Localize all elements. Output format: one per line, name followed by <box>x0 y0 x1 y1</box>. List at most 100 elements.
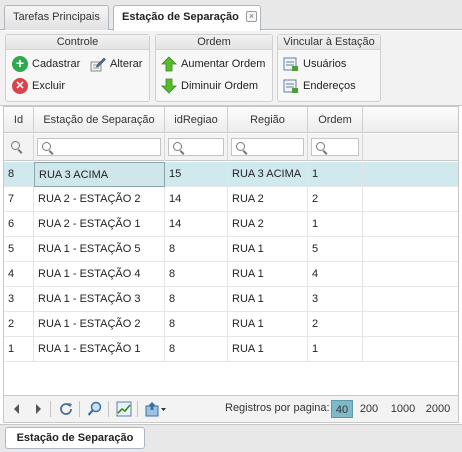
cell-ordem: 1 <box>308 337 363 362</box>
cell-idregiao: 8 <box>165 237 228 262</box>
table-row[interactable]: 7 RUA 2 - ESTAÇÃO 2 14 RUA 2 2 <box>4 187 458 212</box>
search-icon <box>11 141 20 150</box>
filter-row <box>4 134 458 161</box>
column-header-ordem[interactable]: Ordem <box>308 107 363 133</box>
cell-idregiao: 8 <box>165 337 228 362</box>
separator <box>79 401 80 417</box>
page-size-2000[interactable]: 2000 <box>423 400 453 418</box>
cell-regiao: RUA 1 <box>228 237 308 262</box>
bottom-tab-estacao-separacao[interactable]: Estação de Separação <box>5 427 145 449</box>
cell-id: 1 <box>4 337 34 362</box>
button-label: Diminuir Ordem <box>181 80 259 92</box>
cell-idregiao: 14 <box>165 212 228 237</box>
cell-id: 5 <box>4 237 34 262</box>
cell-estacao: RUA 1 - ESTAÇÃO 5 <box>34 237 165 262</box>
cell-regiao: RUA 2 <box>228 187 308 212</box>
search-icon <box>316 142 325 151</box>
cell-regiao: RUA 1 <box>228 337 308 362</box>
group-ordem: Ordem Aumentar Ordem Diminuir Ordem <box>155 34 273 102</box>
table-row[interactable]: 4 RUA 1 - ESTAÇÃO 4 8 RUA 1 4 <box>4 262 458 287</box>
cell-estacao: RUA 3 ACIMA <box>34 162 165 187</box>
separator <box>108 401 109 417</box>
search-icon <box>173 142 182 151</box>
filter-regiao-input[interactable] <box>231 138 304 156</box>
edit-icon <box>90 57 106 72</box>
filter-ordem-input[interactable] <box>311 138 359 156</box>
cell-regiao: RUA 2 <box>228 212 308 237</box>
filter-cell-ordem <box>308 134 363 161</box>
refresh-icon[interactable] <box>58 401 74 417</box>
page-size-label: Registros por pagina: <box>225 402 330 414</box>
close-icon[interactable]: × <box>246 11 257 22</box>
table-row[interactable]: 2 RUA 1 - ESTAÇÃO 2 8 RUA 1 2 <box>4 312 458 337</box>
filter-cell-id <box>4 134 34 161</box>
cell-ordem: 3 <box>308 287 363 312</box>
page-size-40[interactable]: 40 <box>331 400 353 418</box>
filter-idregiao-input[interactable] <box>168 138 224 156</box>
export-icon[interactable] <box>145 401 167 417</box>
link-address-icon <box>283 79 298 93</box>
pager-bar: Registros por pagina: 40 200 1000 2000 <box>3 396 459 423</box>
next-icon[interactable] <box>32 401 44 417</box>
cell-regiao: RUA 1 <box>228 262 308 287</box>
table-row[interactable]: 1 RUA 1 - ESTAÇÃO 1 8 RUA 1 1 <box>4 337 458 362</box>
cell-ordem: 1 <box>308 162 363 187</box>
button-label: Aumentar Ordem <box>181 58 266 70</box>
search-icon <box>236 142 245 151</box>
cell-regiao: RUA 1 <box>228 312 308 337</box>
chart-icon[interactable] <box>116 401 132 417</box>
button-label: Usuários <box>303 58 347 70</box>
table-row[interactable]: 3 RUA 1 - ESTAÇÃO 3 8 RUA 1 3 <box>4 287 458 312</box>
filter-estacao-input[interactable] <box>37 138 161 156</box>
tab-estacao-separacao[interactable]: Estação de Separação × <box>113 5 261 31</box>
cell-ordem: 4 <box>308 262 363 287</box>
link-users-icon <box>283 57 298 71</box>
button-label: Cadastrar <box>32 58 81 70</box>
arrow-up-icon <box>161 56 177 72</box>
tab-tarefas-principais[interactable]: Tarefas Principais <box>4 5 109 30</box>
grid-header: Id Estação de Separação idRegiao Região … <box>4 107 458 133</box>
group-title: Ordem <box>156 35 272 50</box>
cell-idregiao: 15 <box>165 162 228 187</box>
ribbon-toolbar: Controle + Cadastrar Alterar ✕ Excluir O… <box>0 31 462 106</box>
button-label: Alterar <box>110 58 143 70</box>
delete-icon: ✕ <box>12 78 28 94</box>
cell-id: 7 <box>4 187 34 212</box>
cell-id: 6 <box>4 212 34 237</box>
filter-cell-estacao <box>34 134 165 161</box>
search-icon[interactable] <box>87 401 103 417</box>
add-icon: + <box>12 56 28 72</box>
cell-estacao: RUA 2 - ESTAÇÃO 1 <box>34 212 165 237</box>
filter-cell-idregiao <box>165 134 228 161</box>
column-header-id[interactable]: Id <box>4 107 34 133</box>
filter-cell-regiao <box>228 134 308 161</box>
cell-estacao: RUA 1 - ESTAÇÃO 2 <box>34 312 165 337</box>
column-header-idregiao[interactable]: idRegiao <box>165 107 228 133</box>
cell-idregiao: 14 <box>165 187 228 212</box>
cell-ordem: 2 <box>308 312 363 337</box>
group-title: Controle <box>6 35 149 50</box>
cell-id: 8 <box>4 162 34 187</box>
table-row[interactable]: 5 RUA 1 - ESTAÇÃO 5 8 RUA 1 5 <box>4 237 458 262</box>
cell-idregiao: 8 <box>165 312 228 337</box>
group-controle: Controle + Cadastrar Alterar ✕ Excluir <box>5 34 150 102</box>
page-size-200[interactable]: 200 <box>356 400 382 418</box>
cell-estacao: RUA 2 - ESTAÇÃO 2 <box>34 187 165 212</box>
table-row[interactable]: 6 RUA 2 - ESTAÇÃO 1 14 RUA 2 1 <box>4 212 458 237</box>
cell-id: 3 <box>4 287 34 312</box>
arrow-down-icon <box>161 78 177 94</box>
column-header-estacao[interactable]: Estação de Separação <box>34 107 165 133</box>
prev-icon[interactable] <box>11 401 23 417</box>
cell-estacao: RUA 1 - ESTAÇÃO 1 <box>34 337 165 362</box>
cell-id: 2 <box>4 312 34 337</box>
table-row[interactable]: 8 RUA 3 ACIMA 15 RUA 3 ACIMA 1 <box>4 162 458 187</box>
cell-ordem: 5 <box>308 237 363 262</box>
group-title: Vincular à Estação <box>278 35 380 50</box>
filter-id-input[interactable] <box>7 138 30 156</box>
cell-ordem: 1 <box>308 212 363 237</box>
group-vincular: Vincular à Estação Usuários Endereços <box>277 34 381 102</box>
cell-idregiao: 8 <box>165 287 228 312</box>
column-header-regiao[interactable]: Região <box>228 107 308 133</box>
page-size-1000[interactable]: 1000 <box>388 400 418 418</box>
cell-idregiao: 8 <box>165 262 228 287</box>
